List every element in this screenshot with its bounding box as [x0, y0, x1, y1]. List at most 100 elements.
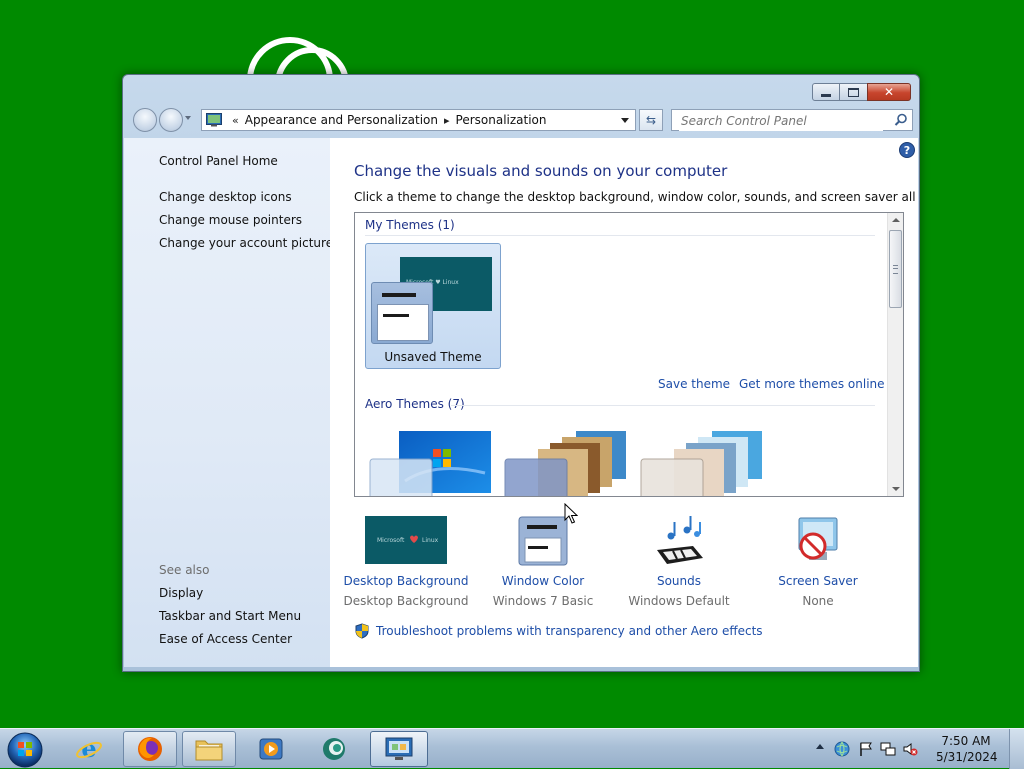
theme-architecture[interactable]	[500, 431, 636, 497]
setting-screen-saver[interactable]: Screen Saver None	[748, 516, 888, 608]
theme-characters[interactable]	[636, 431, 772, 497]
theme-list: My Themes (1) Microsoft ♥ Linux Unsaved …	[354, 212, 904, 497]
preview-window-body	[377, 304, 429, 341]
minimize-icon	[821, 93, 831, 97]
clock-date: 5/31/2024	[936, 750, 998, 764]
maximize-button[interactable]	[840, 83, 867, 101]
taskbar: e 7:50 AM 5/31/2024	[0, 728, 1024, 769]
media-player-icon	[259, 738, 283, 760]
clock-time: 7:50 AM	[941, 734, 991, 748]
troubleshoot-row: Troubleshoot problems with transparency …	[354, 623, 763, 639]
setting-desktop-background[interactable]: Microsoft Linux Desktop Background Deskt…	[336, 516, 476, 608]
preview-text-line	[383, 314, 409, 317]
address-dropdown-icon[interactable]	[621, 118, 629, 123]
taskbar-file-explorer[interactable]	[182, 731, 236, 767]
taskbar-media-player[interactable]	[244, 731, 298, 767]
theme-name: Unsaved Theme	[384, 350, 482, 364]
aero-themes-header: Aero Themes (7)	[365, 397, 465, 411]
sidebar-taskbar-start-menu[interactable]: Taskbar and Start Menu	[159, 609, 301, 623]
taskbar-control-panel[interactable]	[370, 731, 428, 767]
tasks-sidebar: Control Panel Home Change desktop icons …	[124, 138, 333, 667]
control-panel-icon	[385, 737, 413, 760]
get-more-themes-link[interactable]: Get more themes online	[739, 377, 885, 391]
theme-list-scrollbar[interactable]	[887, 213, 903, 496]
page-description: Click a theme to change the desktop back…	[354, 190, 918, 204]
client-area: Control Panel Home Change desktop icons …	[124, 138, 918, 667]
theme-window-preview	[371, 282, 433, 344]
breadcrumb-appearance[interactable]: Appearance and Personalization	[245, 113, 438, 127]
notification-area: 7:50 AM 5/31/2024	[814, 729, 1024, 769]
personalization-window: ✕ « Appearance and Personalization ▸ Per…	[122, 74, 920, 672]
see-also-heading: See also	[159, 563, 210, 577]
mouse-cursor-icon	[564, 503, 578, 524]
setting-label[interactable]: Screen Saver	[748, 574, 888, 588]
scroll-thumb[interactable]	[889, 230, 902, 308]
recent-pages-dropdown[interactable]	[185, 116, 191, 120]
scroll-up-arrow-icon[interactable]	[892, 218, 900, 222]
setting-sounds[interactable]: Sounds Windows Default	[609, 516, 749, 608]
search-input[interactable]	[679, 111, 883, 131]
address-bar[interactable]: « Appearance and Personalization ▸ Perso…	[201, 109, 636, 131]
sidebar-change-desktop-icons[interactable]: Change desktop icons	[159, 190, 292, 204]
shield-icon	[355, 623, 369, 639]
system-clock[interactable]: 7:50 AM 5/31/2024	[936, 733, 998, 765]
group-divider	[451, 405, 875, 406]
setting-label[interactable]: Desktop Background	[336, 574, 476, 588]
start-button[interactable]	[6, 731, 44, 769]
theme-windows-7[interactable]	[365, 431, 501, 497]
breadcrumb-separator-icon[interactable]: ▸	[444, 114, 450, 127]
volume-muted-icon[interactable]	[902, 741, 918, 757]
search-box[interactable]	[671, 109, 913, 131]
back-button[interactable]	[133, 108, 157, 132]
setting-value: Windows 7 Basic	[492, 594, 594, 608]
sidebar-display[interactable]: Display	[159, 586, 203, 600]
network-globe-icon[interactable]	[834, 741, 850, 757]
sidebar-ease-of-access[interactable]: Ease of Access Center	[159, 632, 292, 646]
taskbar-firefox[interactable]	[123, 731, 177, 767]
scroll-down-arrow-icon[interactable]	[892, 487, 900, 491]
minimize-button[interactable]	[812, 83, 840, 101]
sidebar-control-panel-home[interactable]: Control Panel Home	[159, 154, 278, 168]
setting-value: Windows Default	[628, 594, 730, 608]
setting-label[interactable]: Sounds	[609, 574, 749, 588]
setting-value: Desktop Background	[343, 594, 469, 608]
setting-window-color[interactable]: Window Color Windows 7 Basic	[473, 516, 613, 608]
scroll-grip-icon	[893, 265, 898, 274]
network-icon[interactable]	[880, 741, 896, 757]
refresh-button[interactable]: ⇆	[639, 109, 663, 131]
svg-text:Linux: Linux	[422, 537, 439, 544]
taskbar-internet-explorer[interactable]: e	[62, 731, 116, 767]
navigation-buttons	[131, 107, 191, 135]
forward-button[interactable]	[159, 108, 183, 132]
svg-text:Microsoft: Microsoft	[377, 537, 405, 544]
sidebar-change-account-picture[interactable]: Change your account picture	[159, 236, 333, 250]
svg-text:e: e	[81, 735, 96, 763]
search-icon[interactable]	[894, 113, 908, 127]
refresh-icon: ⇆	[645, 113, 657, 127]
setting-label[interactable]: Window Color	[473, 574, 613, 588]
my-themes-header: My Themes (1)	[365, 218, 455, 232]
sidebar-change-mouse-pointers[interactable]: Change mouse pointers	[159, 213, 302, 227]
folder-icon	[195, 740, 223, 761]
breadcrumb-personalization[interactable]: Personalization	[456, 113, 547, 127]
svg-text:?: ?	[904, 144, 910, 157]
preview-titlebar	[382, 293, 416, 297]
troubleshoot-link[interactable]: Troubleshoot problems with transparency …	[376, 624, 763, 638]
action-center-flag-icon[interactable]	[858, 741, 874, 757]
taskbar-remote-app[interactable]	[308, 731, 362, 767]
maximize-icon	[848, 87, 859, 97]
show-hidden-icons-icon[interactable]	[816, 744, 824, 749]
save-theme-link[interactable]: Save theme	[658, 377, 730, 391]
close-button[interactable]: ✕	[867, 83, 911, 101]
screen-saver-icon	[748, 516, 888, 570]
group-divider	[365, 235, 875, 236]
help-icon[interactable]: ?	[899, 142, 915, 158]
firefox-icon	[138, 737, 162, 761]
theme-unsaved[interactable]: Microsoft ♥ Linux Unsaved Theme	[365, 243, 501, 369]
page-title: Change the visuals and sounds on your co…	[354, 162, 728, 180]
show-desktop-button[interactable]	[1009, 729, 1024, 769]
window-controls: ✕	[812, 83, 911, 101]
close-icon: ✕	[883, 85, 895, 99]
breadcrumb-overflow[interactable]: «	[232, 114, 239, 127]
desktop-background-icon: Microsoft Linux	[336, 516, 476, 570]
